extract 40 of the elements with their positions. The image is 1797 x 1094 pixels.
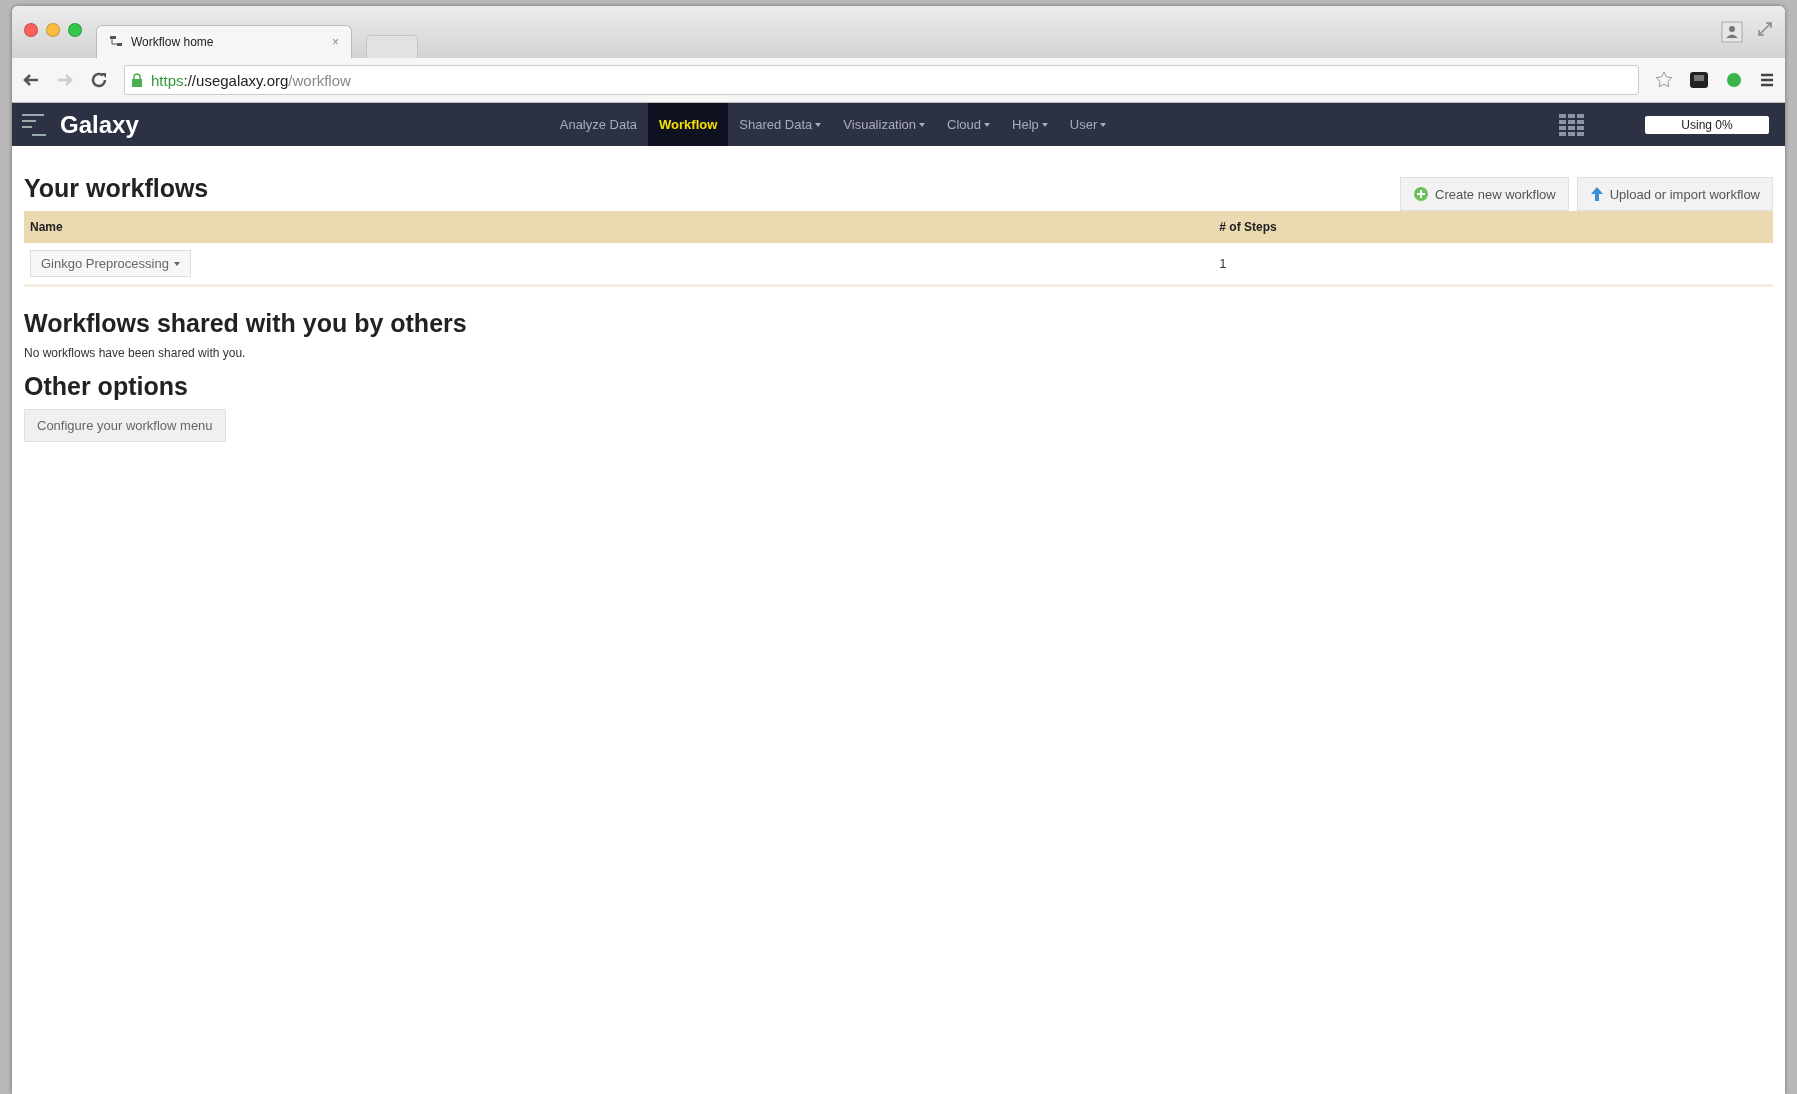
- nav-tab[interactable]: Shared Data: [728, 103, 833, 146]
- extension-dot-icon[interactable]: [1725, 71, 1743, 89]
- workflow-action-button[interactable]: Upload or import workflow: [1576, 177, 1773, 211]
- nav-tab[interactable]: Cloud: [936, 103, 1002, 146]
- workflow-icon: [109, 35, 123, 49]
- menu-icon[interactable]: [1759, 72, 1775, 88]
- column-header: # of Steps: [1213, 211, 1773, 243]
- user-icon[interactable]: [1721, 21, 1743, 43]
- nav-tab[interactable]: Analyze Data: [548, 103, 649, 146]
- minimize-light-icon[interactable]: [46, 23, 60, 37]
- section-heading: Your workflows: [24, 174, 209, 203]
- caret-icon: [173, 261, 180, 266]
- nav-tab[interactable]: Visualization: [832, 103, 937, 146]
- star-icon[interactable]: [1655, 71, 1673, 89]
- lock-icon: [131, 72, 143, 88]
- nav-tab[interactable]: Help: [1001, 103, 1059, 146]
- close-light-icon[interactable]: [24, 23, 38, 37]
- workflow-action-button[interactable]: Create new workflow: [1400, 177, 1569, 211]
- browser-tab[interactable]: Workflow home ×: [96, 25, 352, 58]
- fullscreen-icon[interactable]: [1757, 21, 1773, 37]
- table-cell: 1: [1213, 243, 1773, 286]
- configure-menu-button[interactable]: Configure your workflow menu: [24, 409, 226, 442]
- reload-icon[interactable]: [90, 71, 108, 89]
- close-icon[interactable]: ×: [332, 35, 339, 49]
- workflow-menu-button[interactable]: Ginkgo Preprocessing: [30, 250, 191, 277]
- nav-tab[interactable]: Workflow: [648, 103, 729, 146]
- quota-meter: Using 0%: [1645, 115, 1769, 134]
- up-arrow-icon: [1589, 186, 1604, 202]
- column-header: Name: [24, 211, 1214, 243]
- zoom-light-icon[interactable]: [68, 23, 82, 37]
- grid-icon[interactable]: [1559, 113, 1585, 136]
- back-icon[interactable]: [22, 72, 40, 88]
- brand-logo[interactable]: Galaxy: [60, 110, 139, 139]
- address-field[interactable]: https://usegalaxy.org/workflow: [124, 65, 1639, 95]
- section-heading: Workflows shared with you by others: [24, 309, 468, 338]
- section-heading: Other options: [24, 372, 189, 401]
- nav-tab[interactable]: User: [1058, 103, 1118, 146]
- plus-circle-icon: [1413, 186, 1430, 202]
- extension-icon[interactable]: [1689, 71, 1709, 89]
- empty-message: No workflows have been shared with you.: [24, 346, 247, 360]
